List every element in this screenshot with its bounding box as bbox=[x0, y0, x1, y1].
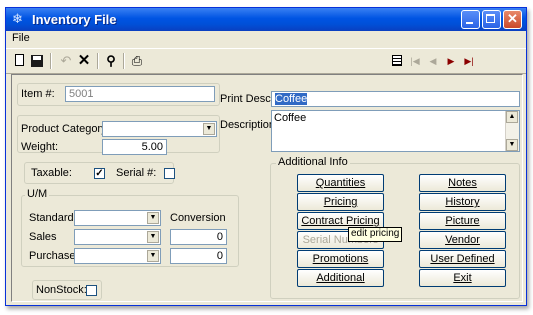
title-bar[interactable]: ❄ Inventory File ✕ bbox=[6, 8, 526, 31]
minimize-icon bbox=[466, 22, 473, 24]
toolbar-separator bbox=[50, 53, 52, 69]
taxable-checkbox[interactable]: ✓ bbox=[94, 168, 105, 179]
minimize-button[interactable] bbox=[461, 10, 480, 29]
chevron-down-icon[interactable]: ▼ bbox=[147, 231, 159, 243]
nonstock-label: NonStock: bbox=[36, 284, 87, 296]
um-group-title: U/M bbox=[25, 188, 50, 200]
print-icon[interactable]: ⎙ bbox=[129, 53, 145, 69]
pricing-button[interactable]: Pricing bbox=[297, 193, 384, 211]
um-purchase-select[interactable]: ▼ bbox=[74, 248, 161, 264]
taxable-label: Taxable: bbox=[31, 167, 72, 179]
conversion-label: Conversion bbox=[170, 212, 226, 224]
toolbar-separator bbox=[123, 53, 125, 69]
exit-button[interactable]: Exit bbox=[419, 269, 506, 287]
user-defined-button-label: User Defined bbox=[430, 253, 495, 265]
chevron-down-icon[interactable]: ▼ bbox=[147, 212, 159, 224]
first-icon[interactable]: |◀ bbox=[407, 53, 423, 69]
last-icon[interactable]: ▶| bbox=[461, 53, 477, 69]
serial-label: Serial #: bbox=[116, 167, 157, 179]
picture-button[interactable]: Picture bbox=[419, 212, 506, 230]
scroll-up-icon[interactable]: ▲ bbox=[506, 111, 518, 123]
user-defined-button[interactable]: User Defined bbox=[419, 250, 506, 268]
maximize-button[interactable] bbox=[482, 10, 501, 29]
um-standard-label: Standard bbox=[29, 212, 74, 224]
menu-file[interactable]: File bbox=[12, 32, 30, 44]
additional-button[interactable]: Additional bbox=[297, 269, 384, 287]
description-value: Coffee bbox=[274, 112, 307, 124]
history-button[interactable]: History bbox=[419, 193, 506, 211]
menu-bar: File bbox=[6, 31, 526, 47]
quantities-button[interactable]: Quantities bbox=[297, 174, 384, 192]
next-icon[interactable]: ▶ bbox=[443, 53, 459, 69]
scroll-down-icon[interactable]: ▼ bbox=[506, 139, 518, 151]
contract-pricing-button-label: Contract Pricing bbox=[301, 215, 380, 227]
history-button-label: History bbox=[445, 196, 480, 208]
form-body: Item #: 5001 Product Category: ▼ Weight:… bbox=[11, 74, 523, 302]
chevron-down-icon[interactable]: ▼ bbox=[203, 123, 215, 135]
um-purchase-label: Purchase bbox=[29, 250, 76, 262]
additional-button-label: Additional bbox=[316, 272, 365, 284]
exit-button-label: Exit bbox=[453, 272, 472, 284]
sales-conversion-field[interactable]: 0 bbox=[170, 229, 227, 245]
toolbar: ↶ ✕ ⚲ ⎙ |◀ ◀ ▶ ▶| bbox=[6, 48, 526, 74]
um-sales-label: Sales bbox=[29, 231, 57, 243]
promotions-button[interactable]: Promotions bbox=[297, 250, 384, 268]
weight-field[interactable]: 5.00 bbox=[102, 139, 167, 155]
product-category-label: Product Category: bbox=[21, 123, 110, 135]
find-icon[interactable]: ⚲ bbox=[103, 53, 119, 69]
product-category-select[interactable]: ▼ bbox=[102, 121, 217, 137]
print-desc-field[interactable]: Coffee bbox=[271, 91, 520, 107]
additional-info-title: Additional Info bbox=[276, 156, 350, 168]
picture-button-label: Picture bbox=[445, 215, 480, 227]
pricing-button-label: Pricing bbox=[323, 196, 358, 208]
serial-checkbox[interactable] bbox=[164, 168, 175, 179]
chevron-down-icon[interactable]: ▼ bbox=[147, 250, 159, 262]
window-title: Inventory File bbox=[32, 12, 117, 27]
purchase-conversion-field[interactable]: 0 bbox=[170, 248, 227, 264]
notes-button-label: Notes bbox=[448, 177, 477, 189]
weight-label: Weight: bbox=[21, 141, 59, 153]
inventory-file-window: ❄ Inventory File ✕ File ↶ ✕ ⚲ ⎙ |◀ ◀ ▶ ▶… bbox=[5, 7, 527, 306]
app-icon: ❄ bbox=[12, 11, 23, 26]
close-icon: ✕ bbox=[507, 11, 518, 26]
print-desc-label: Print Desc: bbox=[220, 93, 274, 105]
delete-icon[interactable]: ✕ bbox=[76, 53, 92, 69]
quantities-button-label: Quantities bbox=[315, 177, 366, 189]
description-textarea[interactable]: Coffee ▲ ▼ bbox=[271, 110, 520, 152]
pricing-tooltip: edit pricing bbox=[348, 227, 403, 242]
description-scrollbar[interactable]: ▲ ▼ bbox=[505, 111, 519, 151]
promotions-button-label: Promotions bbox=[312, 253, 369, 265]
list-icon[interactable] bbox=[389, 53, 405, 69]
notes-button[interactable]: Notes bbox=[419, 174, 506, 192]
maximize-icon bbox=[486, 14, 495, 23]
new-icon[interactable] bbox=[12, 53, 28, 69]
close-button[interactable]: ✕ bbox=[503, 10, 522, 29]
description-label: Description: bbox=[220, 119, 279, 131]
undo-icon[interactable]: ↶ bbox=[58, 53, 74, 69]
vendor-button-label: Vendor bbox=[445, 234, 480, 246]
item-number-field[interactable]: 5001 bbox=[65, 86, 215, 102]
um-sales-select[interactable]: ▼ bbox=[74, 229, 161, 245]
item-number-label: Item #: bbox=[21, 88, 55, 100]
prev-icon[interactable]: ◀ bbox=[425, 53, 441, 69]
um-standard-select[interactable]: ▼ bbox=[74, 210, 161, 226]
toolbar-separator bbox=[97, 53, 99, 69]
vendor-button[interactable]: Vendor bbox=[419, 231, 506, 249]
save-icon[interactable] bbox=[29, 53, 45, 69]
nonstock-checkbox[interactable] bbox=[86, 285, 97, 296]
print-desc-value: Coffee bbox=[275, 93, 308, 105]
